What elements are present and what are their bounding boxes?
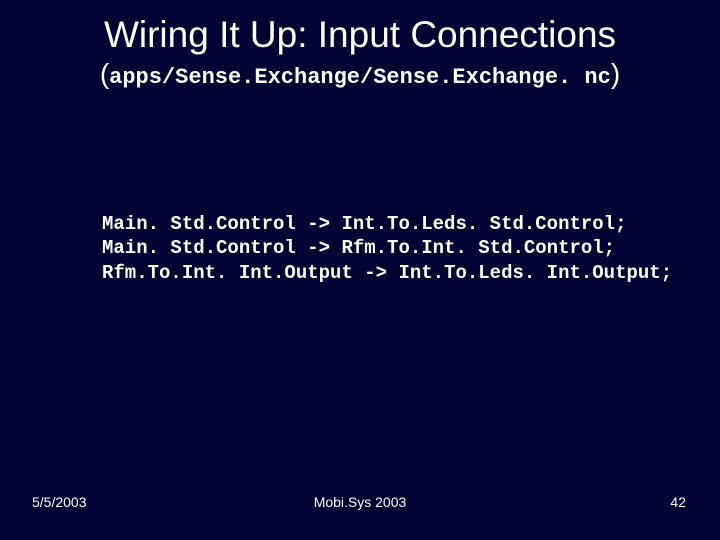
code-line-3: Rfm.To.Int. Int.Output -> Int.To.Leds. I… — [102, 262, 672, 284]
slide-subtitle: (apps/Sense.Exchange/Sense.Exchange. nc) — [0, 59, 720, 89]
code-line-2: Main. Std.Control -> Rfm.To.Int. Std.Con… — [102, 237, 615, 259]
footer: 5/5/2003 Mobi.Sys 2003 42 — [0, 490, 720, 510]
slide-title: Wiring It Up: Input Connections — [0, 0, 720, 57]
footer-page-number: 42 — [670, 494, 686, 510]
code-line-1: Main. Std.Control -> Int.To.Leds. Std.Co… — [102, 213, 627, 235]
footer-venue: Mobi.Sys 2003 — [0, 494, 720, 510]
paren-close: ) — [611, 58, 620, 89]
slide: Wiring It Up: Input Connections (apps/Se… — [0, 0, 720, 540]
subtitle-path: apps/Sense.Exchange/Sense.Exchange. nc — [109, 65, 611, 90]
paren-open: ( — [100, 58, 109, 89]
code-block: Main. Std.Control -> Int.To.Leds. Std.Co… — [102, 212, 672, 285]
